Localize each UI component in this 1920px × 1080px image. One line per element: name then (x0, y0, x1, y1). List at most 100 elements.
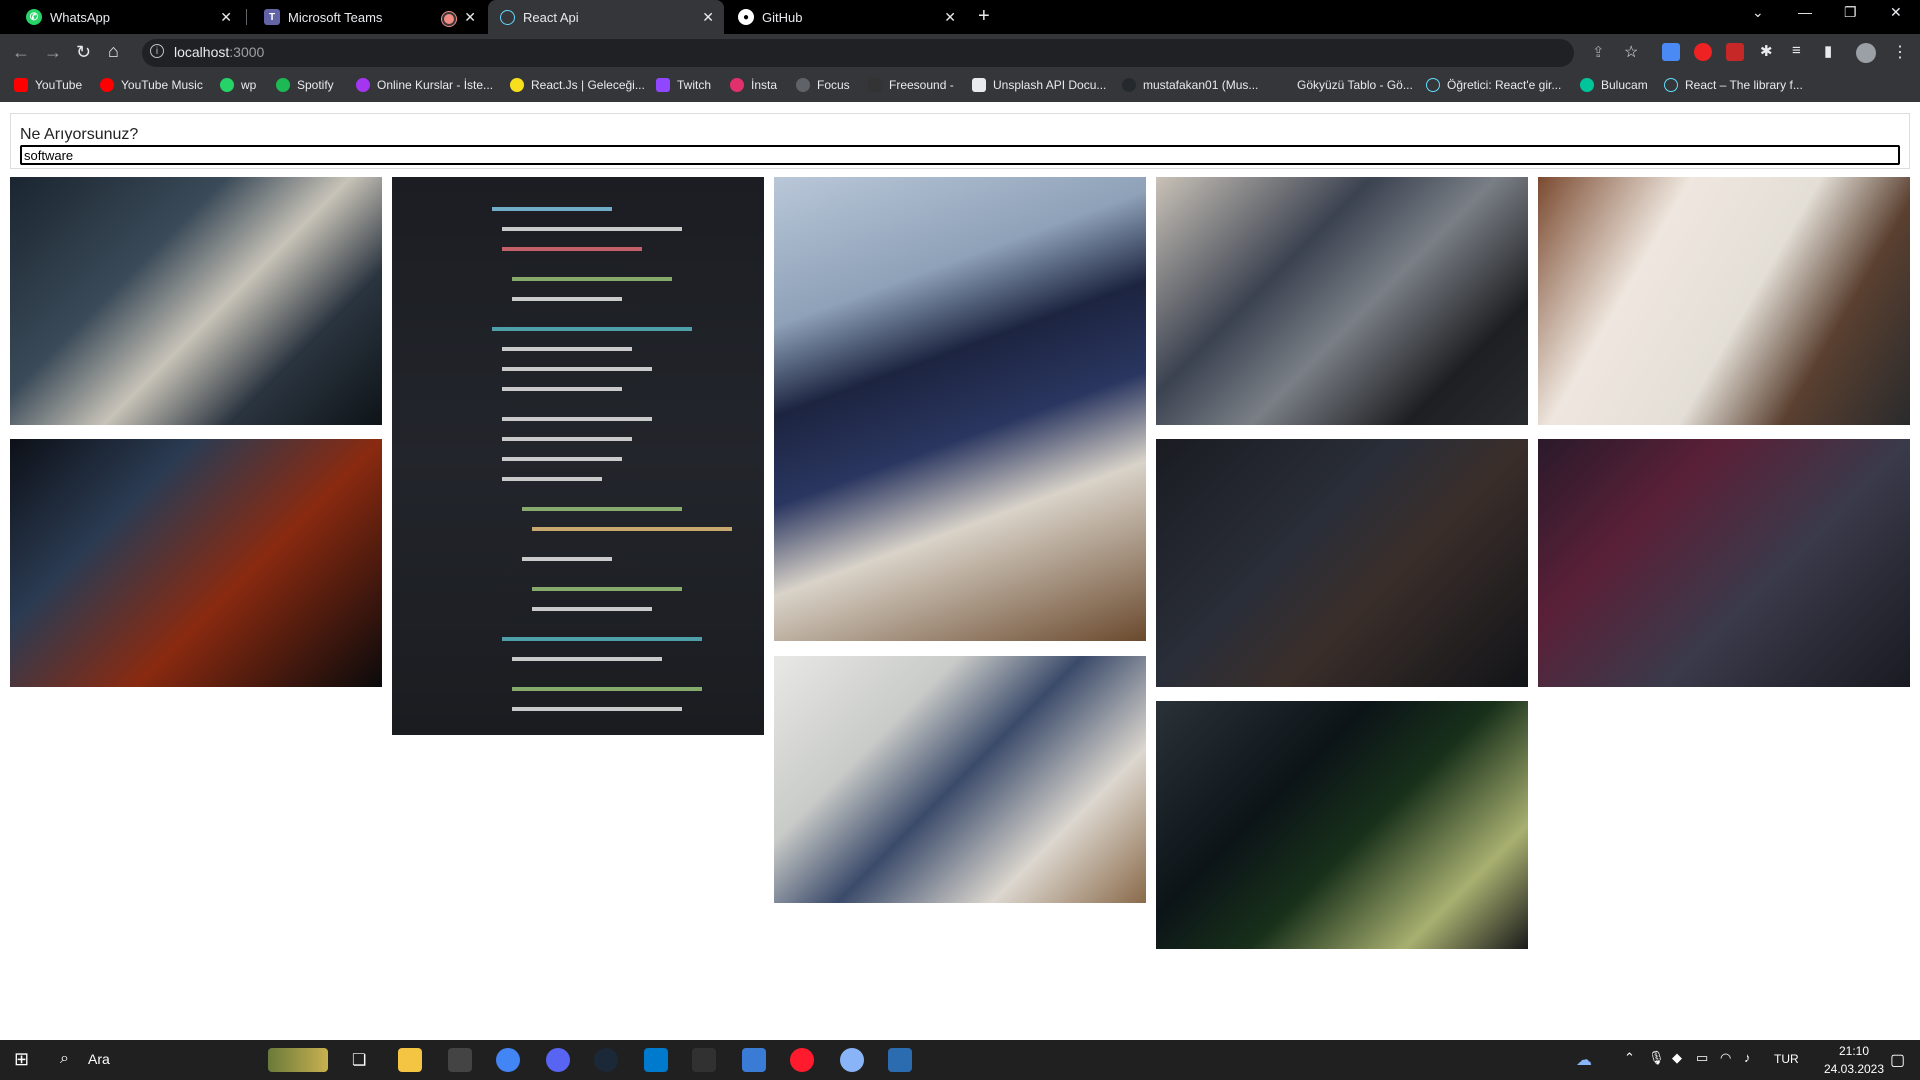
minimize-button[interactable]: — (1798, 4, 1812, 20)
tab-github[interactable]: ● GitHub ✕ (726, 0, 966, 34)
tab-microsoft-teams[interactable]: T Microsoft Teams ✕ (252, 0, 486, 34)
reload-icon[interactable]: ↻ (76, 42, 91, 63)
back-icon[interactable]: ← (12, 42, 30, 63)
clock-date[interactable]: 24.03.2023 (1818, 1062, 1890, 1076)
taskbar-search[interactable]: Ara (88, 1051, 110, 1067)
bookmark-label: Spotify (297, 78, 334, 92)
bookmark-label: Unsplash API Docu... (993, 78, 1107, 92)
notification-icon[interactable]: ▢ (1890, 1050, 1905, 1070)
bookmark-youtube[interactable]: YouTube (14, 78, 82, 92)
tab-whatsapp[interactable]: ✆ WhatsApp ✕ (14, 0, 242, 34)
menu-kebab-icon[interactable]: ⋮ (1892, 42, 1908, 62)
bookmark-spotify[interactable]: Spotify (276, 78, 334, 92)
bookmark-star-icon[interactable]: ☆ (1624, 42, 1638, 62)
search-icon[interactable]: ⌕ (60, 1050, 69, 1068)
file-explorer-icon[interactable] (398, 1048, 422, 1072)
address-url[interactable]: localhost:3000 (174, 44, 264, 60)
close-icon[interactable]: ✕ (464, 9, 476, 26)
bookmark-gokyuzu[interactable]: Gökyüzü Tablo - Gö... (1276, 78, 1413, 92)
bookmark-reactjs[interactable]: React.Js | Geleceği... (510, 78, 645, 92)
bookmark-youtube-music[interactable]: YouTube Music (100, 78, 203, 92)
instagram-icon (730, 78, 744, 92)
bookmark-label: React – The library f... (1685, 78, 1803, 92)
bookmark-react-library[interactable]: React – The library f... (1664, 78, 1803, 92)
onedrive-icon[interactable]: ☁ (1576, 1050, 1592, 1070)
bookmark-focus[interactable]: Focus (796, 78, 850, 92)
close-icon[interactable]: ✕ (944, 9, 956, 26)
photo-man-at-desk[interactable] (774, 656, 1146, 903)
photo-code-angled[interactable] (1156, 439, 1528, 687)
close-icon[interactable]: ✕ (702, 9, 714, 26)
twitch-icon (656, 78, 670, 92)
tray-app-icon[interactable]: ◆ (1672, 1050, 1682, 1066)
site-info-icon[interactable]: i (150, 44, 164, 58)
tab-title: GitHub (762, 9, 803, 25)
app-icon[interactable] (742, 1048, 766, 1072)
restore-button[interactable]: ❐ (1844, 4, 1857, 21)
bookmark-github-profile[interactable]: mustafakan01 (Mus... (1122, 78, 1258, 92)
photo-code-vertical[interactable] (392, 177, 764, 735)
extensions-puzzle-icon[interactable]: ✱ (1760, 42, 1773, 60)
photo-office-monitors[interactable] (1156, 177, 1528, 425)
forward-icon[interactable]: → (44, 42, 62, 63)
translate-extension-icon[interactable] (1662, 43, 1680, 61)
tab-react-api[interactable]: React Api ✕ (488, 0, 724, 34)
address-host: localhost (174, 44, 230, 60)
bookmark-online-kurslar[interactable]: Online Kurslar - İste... (356, 78, 493, 92)
focus-icon (796, 78, 810, 92)
photos-icon[interactable] (888, 1048, 912, 1072)
media-control-icon[interactable]: ≡ (1792, 42, 1801, 59)
close-icon[interactable]: ✕ (220, 9, 232, 26)
photo-laptop-code[interactable] (1156, 701, 1528, 949)
close-window-button[interactable]: ✕ (1890, 4, 1902, 21)
app-icon[interactable] (840, 1048, 864, 1072)
windows-start-icon[interactable]: ⊞ (14, 1049, 29, 1070)
side-panel-icon[interactable]: ▮ (1824, 42, 1832, 60)
photo-code-closeup-red[interactable] (1538, 439, 1910, 687)
address-bar[interactable] (142, 39, 1574, 67)
photo-dual-monitors-red[interactable] (10, 439, 382, 687)
photo-hands-keyboard[interactable] (10, 177, 382, 425)
opera-icon[interactable] (790, 1048, 814, 1072)
chrome-icon[interactable] (496, 1048, 520, 1072)
react-icon (1664, 78, 1678, 92)
share-icon[interactable]: ⇪ (1592, 43, 1605, 61)
discord-icon[interactable] (546, 1048, 570, 1072)
battery-icon[interactable]: ▭ (1696, 1050, 1708, 1066)
profile-avatar[interactable] (1856, 43, 1876, 63)
whatsapp-icon: ✆ (26, 9, 42, 25)
volume-icon[interactable]: ♪ (1744, 1050, 1751, 1065)
microphone-icon[interactable]: 🎙 (1648, 1050, 1665, 1066)
vivaldi-icon[interactable] (448, 1048, 472, 1072)
bookmark-react-tutorial[interactable]: Öğretici: React'e gir... (1426, 78, 1561, 92)
language-indicator[interactable]: TUR (1774, 1052, 1799, 1066)
extension-icon[interactable] (1726, 43, 1744, 61)
steam-icon[interactable] (594, 1048, 618, 1072)
wifi-icon[interactable]: ◠ (1720, 1050, 1731, 1066)
bookmark-insta[interactable]: İnsta (730, 78, 777, 92)
github-icon (1122, 78, 1136, 92)
bookmark-label: Online Kurslar - İste... (377, 78, 494, 92)
github-icon: ● (738, 9, 754, 25)
epic-games-icon[interactable] (692, 1048, 716, 1072)
bookmark-freesound[interactable]: Freesound - (868, 78, 954, 92)
youtube-music-icon (100, 78, 114, 92)
bookmark-unsplash[interactable]: Unsplash API Docu... (972, 78, 1106, 92)
adblock-extension-icon[interactable] (1694, 43, 1712, 61)
clock-time[interactable]: 21:10 (1824, 1044, 1884, 1058)
bookmark-twitch[interactable]: Twitch (656, 78, 711, 92)
bookmark-label: YouTube Music (121, 78, 203, 92)
tab-search-icon[interactable]: ⌄ (1752, 4, 1764, 21)
task-view-icon[interactable]: ❏ (352, 1050, 366, 1070)
chevron-up-icon[interactable]: ⌃ (1624, 1050, 1635, 1066)
bookmark-wp[interactable]: wp (220, 78, 256, 92)
bookmark-bulucam[interactable]: Bulucam (1580, 78, 1648, 92)
new-tab-button[interactable]: + (978, 5, 990, 28)
bookmark-label: wp (241, 78, 257, 92)
home-icon[interactable]: ⌂ (108, 41, 119, 62)
photo-two-women-laptop[interactable] (1538, 177, 1910, 425)
teams-icon: T (264, 9, 280, 25)
search-input[interactable] (20, 145, 1900, 165)
photo-curved-monitor[interactable] (774, 177, 1146, 641)
vscode-icon[interactable] (644, 1048, 668, 1072)
